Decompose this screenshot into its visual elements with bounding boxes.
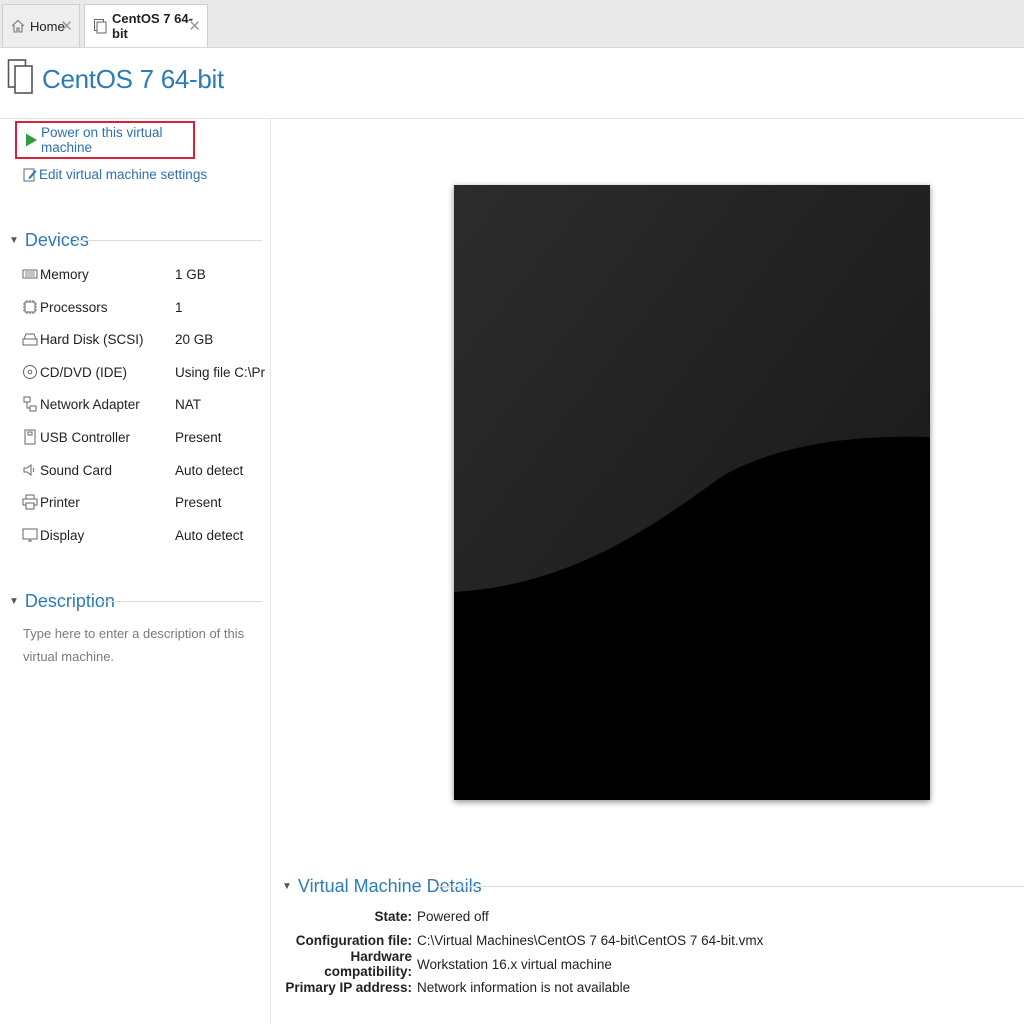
tab-centos[interactable]: CentOS 7 64-bit ✕ xyxy=(84,4,208,47)
device-row-processors[interactable]: Processors 1 xyxy=(22,296,267,318)
power-on-link[interactable]: Power on this virtual machine xyxy=(15,121,195,159)
detail-key: Primary IP address: xyxy=(285,979,412,995)
device-value: NAT xyxy=(175,396,201,412)
home-icon xyxy=(10,18,26,34)
edit-settings-label: Edit virtual machine settings xyxy=(39,166,208,182)
device-value: Using file C:\Pro... xyxy=(175,364,265,380)
tab-bar: Home ✕ CentOS 7 64-bit ✕ xyxy=(0,0,1024,48)
device-row-memory[interactable]: Memory 1 GB xyxy=(22,263,267,285)
tab-home[interactable]: Home ✕ xyxy=(2,4,80,47)
section-divider xyxy=(98,601,262,602)
detail-value: C:\Virtual Machines\CentOS 7 64-bit\Cent… xyxy=(417,932,764,948)
collapse-triangle-icon[interactable]: ▼ xyxy=(9,596,19,607)
power-on-label: Power on this virtual machine xyxy=(41,125,163,155)
section-divider xyxy=(436,886,1024,887)
detail-row-hardware-compat: Hardware compatibility: Workstation 16.x… xyxy=(270,949,1010,979)
detail-value: Powered off xyxy=(417,908,489,924)
device-row-sound-card[interactable]: Sound Card Auto detect xyxy=(22,459,267,481)
device-value: Auto detect xyxy=(175,462,244,478)
device-row-hard-disk[interactable]: Hard Disk (SCSI) 20 GB xyxy=(22,328,267,350)
detail-key: Configuration file: xyxy=(295,932,412,948)
device-name: Display xyxy=(40,527,85,543)
device-name: Hard Disk (SCSI) xyxy=(40,331,144,347)
device-row-cd-dvd[interactable]: CD/DVD (IDE) Using file C:\Pro... xyxy=(22,361,267,383)
device-row-network-adapter[interactable]: Network Adapter NAT xyxy=(22,393,267,415)
device-value: 1 GB xyxy=(175,266,206,282)
device-row-usb-controller[interactable]: USB Controller Present xyxy=(22,426,267,448)
hard-disk-icon xyxy=(22,331,38,347)
display-icon xyxy=(22,527,38,543)
close-icon[interactable]: ✕ xyxy=(60,17,73,35)
page-title: CentOS 7 64-bit xyxy=(42,64,224,94)
close-icon[interactable]: ✕ xyxy=(188,17,201,35)
device-row-display[interactable]: Display Auto detect xyxy=(22,524,267,546)
memory-icon xyxy=(22,266,38,282)
cd-dvd-icon xyxy=(22,364,38,380)
detail-row-state: State: Powered off xyxy=(270,905,1010,927)
edit-icon xyxy=(23,167,37,182)
collapse-triangle-icon[interactable]: ▼ xyxy=(282,881,292,892)
vm-large-icon xyxy=(7,58,35,94)
usb-icon xyxy=(22,429,38,445)
printer-icon xyxy=(22,494,38,510)
device-value: Present xyxy=(175,429,222,445)
device-value: 1 xyxy=(175,299,183,315)
device-row-printer[interactable]: Printer Present xyxy=(22,491,267,513)
detail-row-primary-ip: Primary IP address: Network information … xyxy=(270,976,1010,998)
detail-key: Hardware compatibility: xyxy=(324,949,412,979)
section-divider xyxy=(76,240,262,241)
edit-settings-link[interactable]: Edit virtual machine settings xyxy=(23,163,207,185)
device-name: Printer xyxy=(40,494,80,510)
processor-icon xyxy=(22,299,38,315)
collapse-triangle-icon[interactable]: ▼ xyxy=(9,235,19,246)
device-name: Sound Card xyxy=(40,462,113,478)
detail-value: Workstation 16.x virtual machine xyxy=(417,956,612,972)
left-panel xyxy=(0,119,271,1024)
device-value: 20 GB xyxy=(175,331,214,347)
vm-icon xyxy=(92,18,108,34)
device-value: Auto detect xyxy=(175,527,244,543)
detail-value: Network information is not available xyxy=(417,979,631,995)
vm-screen-thumbnail xyxy=(454,185,930,800)
description-input[interactable]: Type here to enter a description of this… xyxy=(23,622,248,668)
detail-row-config-file: Configuration file: C:\Virtual Machines\… xyxy=(270,929,1010,951)
device-name: USB Controller xyxy=(40,429,131,445)
device-name: Processors xyxy=(40,299,108,315)
page-header: CentOS 7 64-bit xyxy=(0,48,1024,119)
device-name: Network Adapter xyxy=(40,396,140,412)
device-name: Memory xyxy=(40,266,89,282)
device-name: CD/DVD (IDE) xyxy=(40,364,127,380)
play-icon xyxy=(25,133,38,147)
network-adapter-icon xyxy=(22,396,38,412)
detail-key: State: xyxy=(374,908,412,924)
sound-card-icon xyxy=(22,462,38,478)
device-value: Present xyxy=(175,494,222,510)
